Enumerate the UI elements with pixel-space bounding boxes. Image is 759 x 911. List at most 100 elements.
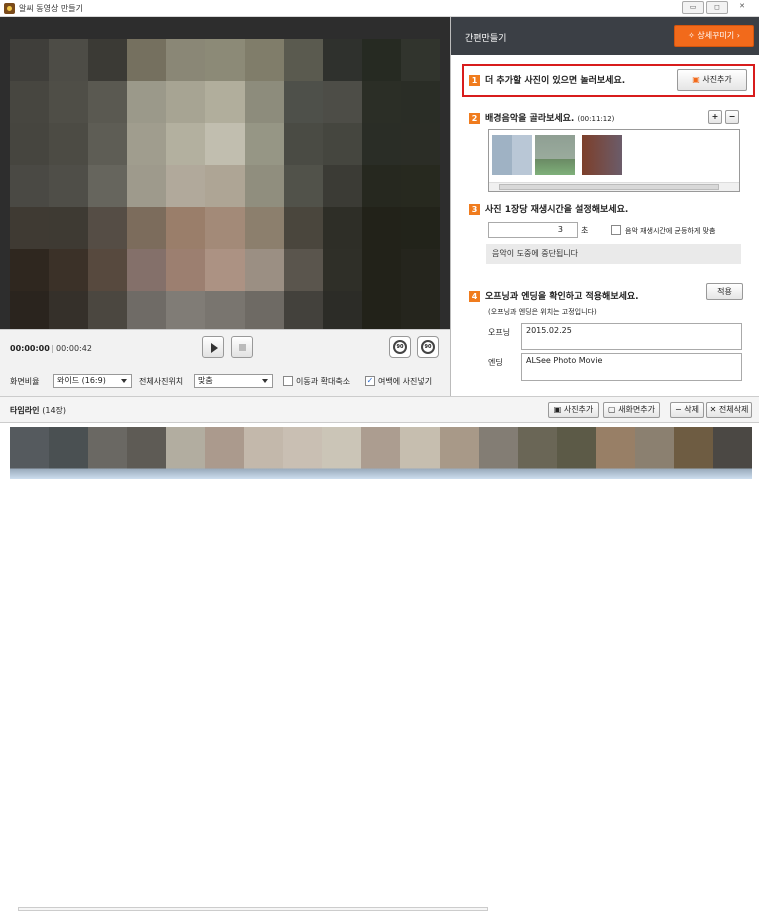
plus-button[interactable]: +: [708, 110, 722, 124]
timeline-thumbnail[interactable]: [283, 427, 323, 479]
mosaic-cell: [205, 291, 245, 333]
timeline-thumbnail[interactable]: [595, 427, 635, 479]
mosaic-cell: [244, 207, 284, 249]
music-notice: 음악이 도중에 중단됩니다: [486, 244, 741, 264]
move-zoom-checkbox[interactable]: [283, 376, 293, 386]
timeline-thumbnail[interactable]: [634, 427, 674, 479]
timeline-thumbnail[interactable]: [49, 427, 89, 479]
timeline-thumbnail[interactable]: [712, 427, 752, 479]
mosaic-cell: [88, 123, 128, 165]
mosaic-cell: [322, 123, 362, 165]
music-list[interactable]: [488, 129, 740, 192]
delete-all-button[interactable]: ✕ 전체삭제: [706, 402, 752, 418]
music-thumb[interactable]: [492, 135, 532, 175]
step3-number: 3: [469, 204, 480, 215]
music-thumb[interactable]: [582, 135, 622, 175]
timeline-thumbnail[interactable]: [10, 427, 50, 479]
aspect-select[interactable]: 와이드 (16:9): [53, 374, 132, 388]
mosaic-cell: [244, 81, 284, 123]
mosaic-cell: [49, 39, 89, 81]
music-thumb[interactable]: [535, 135, 575, 175]
step1-label: 더 추가할 사진이 있으면 놀러보세요.: [485, 76, 626, 86]
mosaic-cell: [88, 249, 128, 291]
mosaic-cell: [10, 165, 50, 207]
move-zoom-label: 이동과 확대축소: [296, 377, 351, 386]
timeline-thumbnails[interactable]: [10, 427, 752, 479]
chevron-right-icon: ›: [736, 31, 740, 40]
new-screen-icon: ▢: [608, 405, 619, 414]
mosaic-cell: [283, 249, 323, 291]
margin-label: 여백에 사진넣기: [378, 377, 433, 386]
timeline-header: 타임라인 (14장) ▣ 사진추가 ▢ 새화면추가 − 삭제 ✕ 전체삭제: [0, 396, 759, 423]
timeline-thumbnail[interactable]: [166, 427, 206, 479]
add-photo-button[interactable]: ▣ 사진추가: [677, 69, 747, 91]
timeline-thumbnail[interactable]: [439, 427, 479, 479]
stop-button[interactable]: [231, 336, 253, 358]
timeline-strip[interactable]: [0, 423, 759, 911]
minus-button[interactable]: −: [725, 110, 739, 124]
margin-checkbox[interactable]: ✓: [365, 376, 375, 386]
timeline-title: 타임라인 (14장): [10, 406, 67, 415]
mosaic-cell: [88, 81, 128, 123]
quick-make-panel: 간편만들기 ✧ 상세꾸미기 › 1 더 추가할 사진이 있으면 놀러보세요. ▣ …: [450, 17, 759, 396]
ending-label: 엔딩: [488, 358, 503, 367]
mosaic-cell: [166, 39, 206, 81]
timeline-thumbnail[interactable]: [127, 427, 167, 479]
scroll-thumb[interactable]: [499, 184, 719, 190]
video-preview: [0, 17, 450, 333]
apply-button[interactable]: 적용: [706, 283, 743, 300]
mosaic-cell: [283, 207, 323, 249]
mosaic-cell: [88, 291, 128, 333]
step4-number: 4: [469, 291, 480, 302]
step2-label: 배경음악을 골라보세요.: [485, 114, 575, 124]
timeline-thumbnail[interactable]: [361, 427, 401, 479]
mosaic-cell: [361, 123, 401, 165]
timeline-thumbnail[interactable]: [517, 427, 557, 479]
timeline-thumbnail[interactable]: [400, 427, 440, 479]
timeline-thumbnail[interactable]: [205, 427, 245, 479]
delete-button[interactable]: − 삭제: [670, 402, 704, 418]
seconds-input[interactable]: 3: [488, 222, 578, 238]
play-button[interactable]: [202, 336, 224, 358]
mosaic-cell: [283, 81, 323, 123]
timeline-thumbnail[interactable]: [673, 427, 713, 479]
mosaic-cell: [49, 81, 89, 123]
timeline-thumbnail[interactable]: [556, 427, 596, 479]
ending-input[interactable]: ALSee Photo Movie: [521, 353, 742, 381]
mosaic-cell: [127, 81, 167, 123]
mosaic-cell: [283, 39, 323, 81]
music-scrollbar[interactable]: [489, 182, 739, 191]
window-title: 알씨 동영상 만들기: [19, 4, 83, 13]
timeline-add-photo-button[interactable]: ▣ 사진추가: [548, 402, 599, 418]
timeline-thumbnail[interactable]: [478, 427, 518, 479]
opening-input[interactable]: 2015.02.25: [521, 323, 742, 350]
new-screen-button[interactable]: ▢ 새화면추가: [603, 402, 660, 418]
mosaic-cell: [244, 39, 284, 81]
mosaic-cell: [244, 165, 284, 207]
minus-icon: −: [728, 112, 736, 121]
rotate-left-button[interactable]: 90: [389, 336, 411, 358]
position-select[interactable]: 맞춤: [194, 374, 273, 388]
detail-edit-button[interactable]: ✧ 상세꾸미기 ›: [674, 25, 754, 47]
timeline-thumbnail[interactable]: [322, 427, 362, 479]
step2-text: 2 배경음악을 골라보세요. (00:11:12): [469, 111, 614, 124]
mosaic-cell: [361, 39, 401, 81]
step3-label: 사진 1장당 재생시간을 설정해보세요.: [485, 205, 629, 215]
mosaic-cell: [244, 291, 284, 333]
rotate-right-button[interactable]: 90: [417, 336, 439, 358]
timeline-thumbnail[interactable]: [88, 427, 128, 479]
maximize-button[interactable]: ◻: [706, 1, 728, 14]
fit-music-checkbox[interactable]: [611, 225, 621, 235]
minimize-button[interactable]: ▭: [682, 1, 704, 14]
mosaic-cell: [49, 165, 89, 207]
add-photo-icon: ▣: [553, 405, 564, 414]
mosaic-cell: [361, 165, 401, 207]
mosaic-cell: [127, 207, 167, 249]
mosaic-cell: [283, 165, 323, 207]
mosaic-cell: [400, 165, 440, 207]
player-controls: 00:00:00 | 00:00:42 90 90 화면비율 와이드 (16:9…: [0, 329, 450, 396]
mosaic-cell: [400, 291, 440, 333]
close-button[interactable]: ✕: [731, 1, 753, 14]
timeline-thumbnail[interactable]: [244, 427, 284, 479]
timeline-scrollbar[interactable]: [18, 907, 488, 911]
